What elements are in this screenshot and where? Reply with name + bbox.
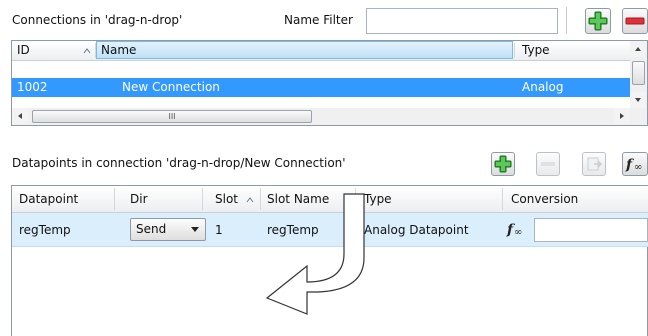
scroll-down-button[interactable] xyxy=(630,92,646,108)
table-row[interactable]: regTemp Send 1 regTemp Analog Datapoint … xyxy=(12,213,648,247)
remove-connection-button[interactable] xyxy=(622,8,648,34)
scroll-up-button[interactable] xyxy=(630,41,646,57)
minus-icon xyxy=(625,17,645,25)
row-slot: 1 xyxy=(215,223,223,237)
column-header-datapoint[interactable]: Datapoint xyxy=(19,186,109,212)
scroll-right-button[interactable] xyxy=(614,108,630,124)
datapoints-table: Datapoint Dir Slot Slot Name Type Conver… xyxy=(11,185,648,336)
vertical-scrollbar[interactable] xyxy=(630,41,647,108)
row-type: Analog Datapoint xyxy=(364,223,469,237)
svg-text:∞: ∞ xyxy=(634,162,642,173)
name-filter-label: Name Filter xyxy=(284,13,353,27)
horizontal-scrollbar[interactable]: III xyxy=(12,108,647,125)
conversion-input[interactable] xyxy=(534,218,648,242)
connections-table-header: ID Name Type xyxy=(12,41,630,61)
column-header-dir[interactable]: Dir xyxy=(130,186,190,212)
sort-ascending-icon xyxy=(82,41,92,60)
add-connection-button[interactable] xyxy=(585,8,611,34)
chevron-down-icon xyxy=(635,98,641,102)
plus-icon xyxy=(494,155,512,173)
row-datapoint: regTemp xyxy=(19,223,71,237)
column-header-id[interactable]: ID xyxy=(17,41,57,60)
table-row[interactable]: 1002 New Connection Analog xyxy=(12,78,630,97)
function-icon[interactable]: f ∞ xyxy=(506,219,528,241)
column-header-type[interactable]: Type xyxy=(364,186,454,212)
minus-icon xyxy=(541,162,555,166)
datapoints-title: Datapoints in connection 'drag-n-drop/Ne… xyxy=(12,156,346,170)
chevron-left-icon xyxy=(18,113,22,119)
dir-select[interactable]: Send xyxy=(130,218,206,241)
column-header-name[interactable]: Name xyxy=(96,41,513,59)
remove-datapoint-button[interactable] xyxy=(536,152,560,176)
horizontal-scroll-thumb[interactable]: III xyxy=(32,110,312,123)
column-header-type[interactable]: Type xyxy=(522,41,622,60)
row-name: New Connection xyxy=(122,80,220,94)
column-header-conversion[interactable]: Conversion xyxy=(511,186,631,212)
chevron-down-icon xyxy=(191,227,199,232)
toolbar-divider xyxy=(566,7,567,34)
chevron-right-icon xyxy=(620,113,624,119)
datapoints-table-header: Datapoint Dir Slot Slot Name Type Conver… xyxy=(12,186,648,213)
connections-title: Connections in 'drag-n-drop' xyxy=(12,13,183,27)
svg-text:∞: ∞ xyxy=(514,227,522,238)
row-id: 1002 xyxy=(17,80,48,94)
function-icon: f ∞ xyxy=(625,157,642,173)
add-datapoint-button[interactable] xyxy=(491,152,515,176)
connections-table: ID Name Type 1002 New Connection Analog … xyxy=(11,40,648,126)
vertical-scroll-thumb[interactable] xyxy=(632,61,645,85)
row-type: Analog xyxy=(522,80,564,94)
scroll-left-button[interactable] xyxy=(12,108,28,124)
plus-icon xyxy=(588,11,608,31)
function-button[interactable]: f ∞ xyxy=(622,152,648,176)
export-datapoint-button[interactable] xyxy=(582,152,606,176)
sort-ascending-icon xyxy=(245,186,255,212)
name-filter-input[interactable] xyxy=(366,8,558,34)
column-header-slot-name[interactable]: Slot Name xyxy=(267,186,347,212)
row-slot-name: regTemp xyxy=(267,223,319,237)
chevron-up-icon xyxy=(635,47,641,51)
export-icon xyxy=(587,157,603,171)
